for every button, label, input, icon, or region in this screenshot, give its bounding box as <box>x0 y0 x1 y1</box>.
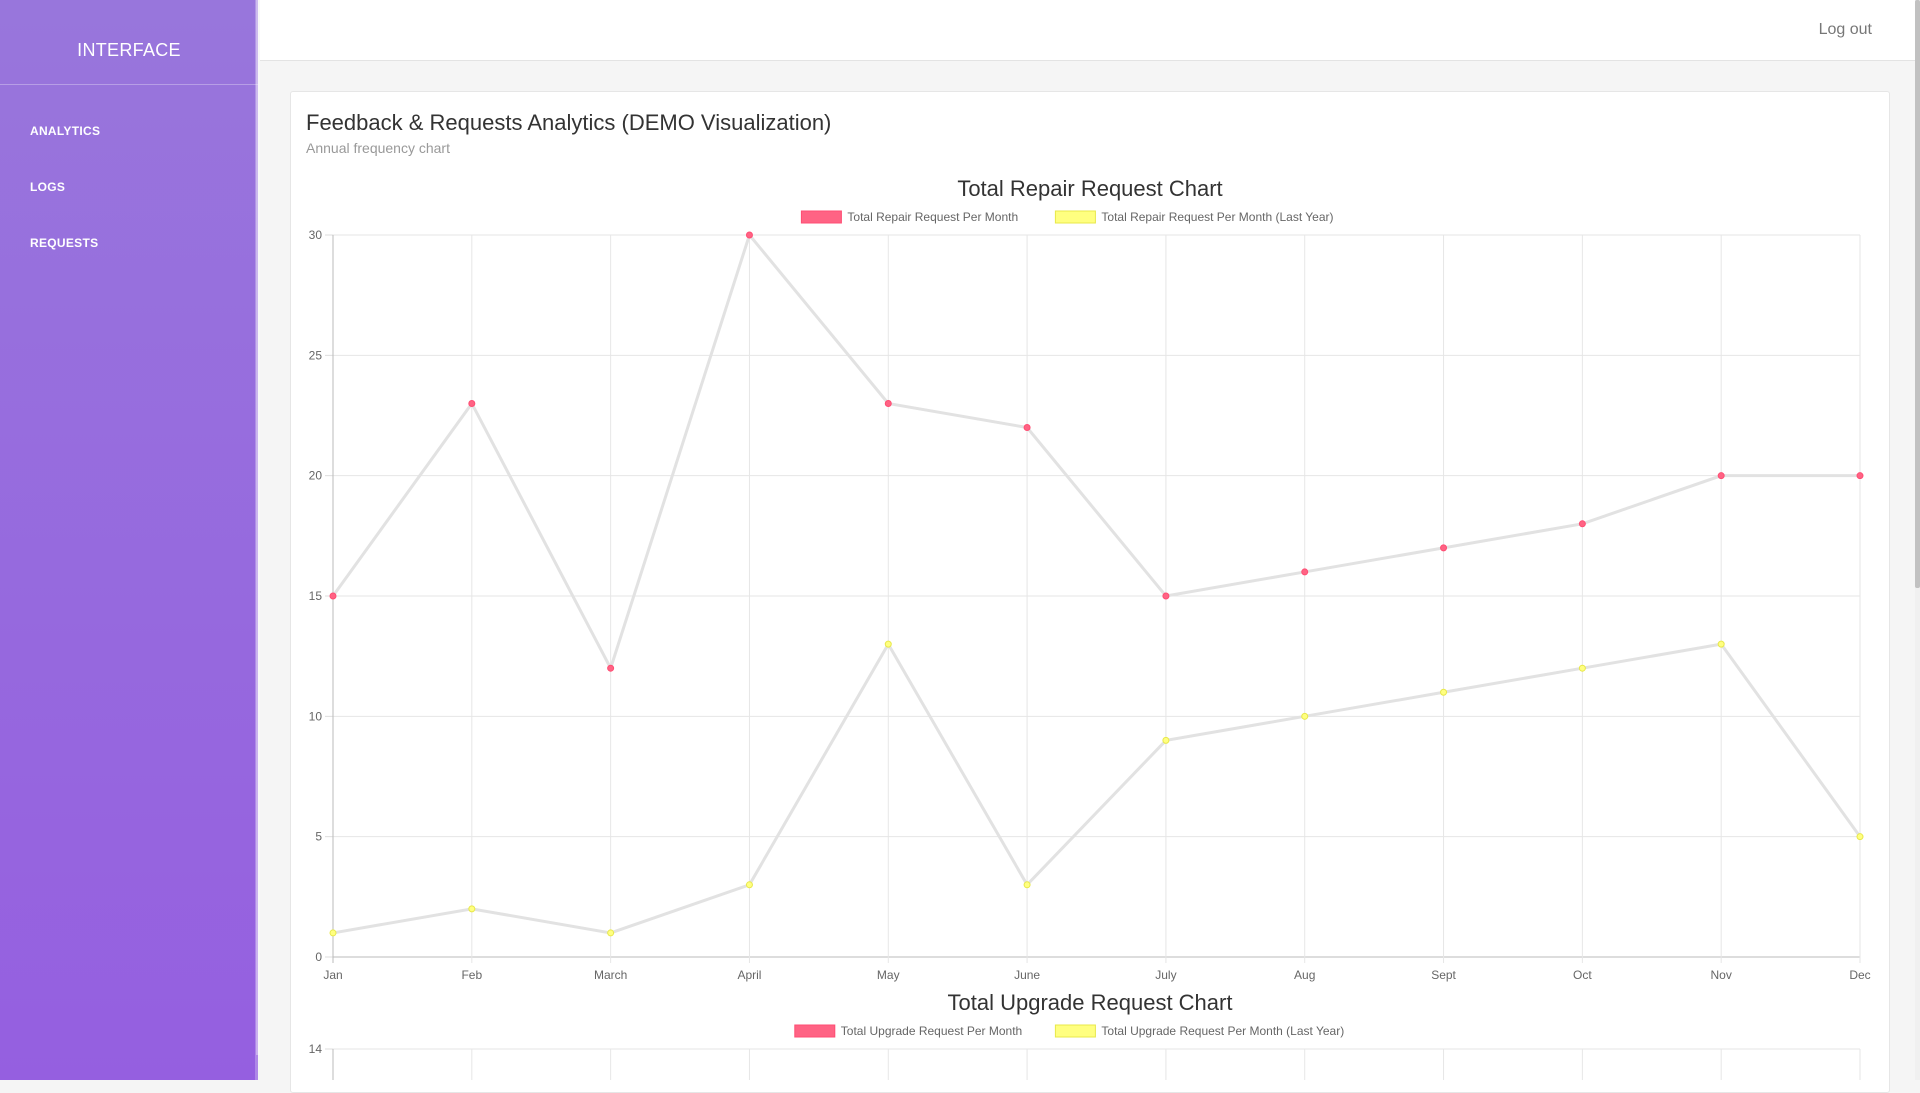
card-title: Feedback & Requests Analytics (DEMO Visu… <box>306 110 832 135</box>
sidebar-item-logs[interactable]: LOGS <box>30 180 65 194</box>
page-scrollbar-thumb[interactable] <box>1915 0 1920 588</box>
sidebar-item-requests[interactable]: REQUESTS <box>30 236 98 250</box>
analytics-card: Feedback & Requests Analytics (DEMO Visu… <box>290 91 1890 1093</box>
card-subtitle: Annual frequency chart <box>306 140 450 156</box>
brand-logo[interactable]: INTERFACE <box>0 40 258 61</box>
top-navbar: Log out <box>260 0 1920 61</box>
sidebar-item-analytics[interactable]: ANALYTICS <box>30 124 100 138</box>
sidebar: INTERFACE ANALYTICS LOGS REQUESTS <box>0 0 260 1080</box>
sidebar-scrollbar[interactable] <box>256 0 260 1055</box>
brand-divider <box>0 84 258 85</box>
logout-link[interactable]: Log out <box>1819 21 1872 39</box>
